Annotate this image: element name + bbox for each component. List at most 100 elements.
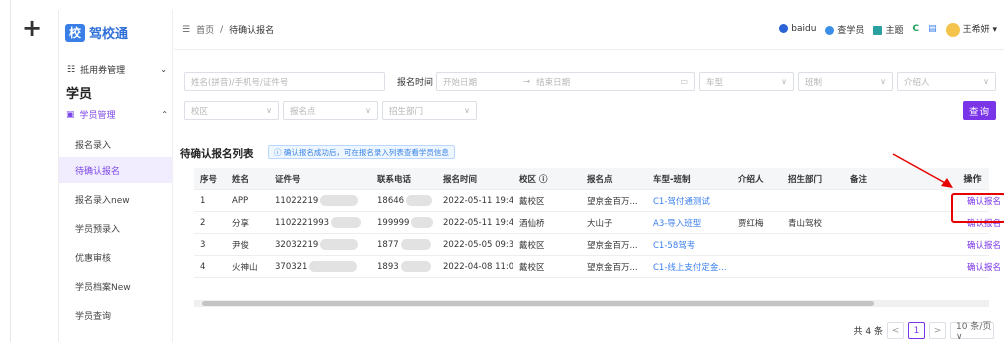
sidebar-item-student-archive[interactable]: 学员档案New — [59, 273, 172, 299]
breadcrumb-home[interactable]: 首页 — [196, 23, 214, 36]
query-button[interactable]: 查询 — [963, 101, 996, 120]
avatar — [945, 22, 960, 37]
referrer-select[interactable]: 介绍人 ∨ — [897, 72, 996, 91]
menu-toggle-icon[interactable]: ☰ — [182, 25, 190, 35]
cell-id: 1102221993 — [269, 217, 371, 228]
cell-id-text: 370321 — [275, 262, 308, 272]
campus-select[interactable]: 校区 ∨ — [184, 101, 279, 120]
breadcrumb: ☰ 首页 / 待确认报名 — [182, 23, 274, 37]
filter-form: 姓名(拼音)/手机号/证件号 报名时间 开始日期 → 结束日期 ▭ 车型 ∨ 班… — [174, 60, 1000, 132]
baidu-label: baidu — [791, 24, 817, 35]
cell-point: 大山子 — [587, 218, 613, 229]
cell-class-link[interactable]: C1-驾付通测试 — [647, 195, 732, 207]
search-student-link[interactable]: 查学员 — [825, 23, 864, 36]
col-header[interactable]: 校区 ⓘ — [513, 173, 581, 185]
cell-class-link[interactable]: A3-导入班型 — [647, 217, 732, 229]
cell-name: 分享 — [232, 218, 250, 229]
table-header-row: 序号 姓名 证件号 联系电话 报名时间 校区 ⓘ 报名点 车型-班制 介绍人 招… — [194, 168, 989, 190]
col-header: 报名时间 — [443, 174, 478, 185]
name-search-input[interactable]: 姓名(拼音)/手机号/证件号 — [184, 72, 385, 91]
menu-coupon-management[interactable]: ☷ 抵用券管理 ⌄ — [67, 63, 167, 77]
col-header: 序号 — [200, 174, 218, 185]
logo: 校 驾校通 — [65, 23, 128, 42]
baidu-link[interactable]: baidu — [779, 24, 816, 34]
message-icon[interactable]: ▤ — [928, 24, 937, 34]
cell-phone-text: 199999 — [377, 218, 410, 228]
chevron-down-icon: ⌄ — [160, 65, 167, 74]
info-tip: ⓘ 确认报名成功后，可在报名录入列表查看学员信息 — [268, 145, 455, 159]
sidebar-item-pending-signup[interactable]: 待确认报名 — [59, 157, 172, 183]
cell-campus: 酒仙桥 — [519, 218, 545, 229]
cell-phone: 1893 — [371, 261, 437, 272]
sidebar-item-discount-review[interactable]: 优惠审核 — [59, 244, 172, 270]
sidebar-item-signup-entry-new[interactable]: 报名录入new — [59, 186, 172, 212]
logo-mark: 校 — [65, 23, 85, 42]
col-header: 招生部门 — [788, 174, 823, 185]
col-header: 介绍人 — [738, 174, 764, 185]
cell-referrer: 贾红梅 — [738, 218, 764, 229]
chevron-down-icon: ∨ — [464, 106, 470, 115]
header-actions: baidu 查学员 主题 C ▤ 王希妍 ▾ — [779, 22, 997, 37]
theme-label: 主题 — [885, 25, 904, 36]
theme-icon — [873, 25, 883, 35]
menu-section-title: 学员 — [66, 87, 93, 102]
plus-icon[interactable]: + — [22, 16, 42, 40]
cell-class-link[interactable]: C1-58驾考 — [647, 239, 732, 251]
cell-id-text: 1102221993 — [275, 218, 330, 228]
redaction — [400, 239, 431, 250]
cell-time: 2022-05-05 09:35 — [443, 239, 513, 250]
total-count: 共 4 条 — [853, 327, 883, 337]
col-header: 证件号 — [275, 174, 301, 185]
calendar-icon: ▭ — [680, 77, 688, 86]
cell-campus: 戴校区 — [519, 196, 545, 207]
student-icon: ▣ — [66, 109, 75, 120]
col-header: 报名点 — [587, 174, 613, 185]
cell-id: 11022219 — [269, 195, 371, 206]
chevron-down-icon: ∨ — [266, 106, 272, 115]
signup-time-label: 报名时间 — [397, 78, 434, 88]
search-student-icon — [825, 25, 835, 35]
theme-link[interactable]: 主题 — [873, 23, 903, 36]
dept-select[interactable]: 招生部门 ∨ — [382, 101, 477, 120]
app-window: 校 驾校通 ☷ 抵用券管理 ⌄ 学员 ▣ 学员管理 ⌃ 报名录入 待确认报名 报… — [58, 10, 1004, 342]
redaction — [309, 261, 358, 272]
prev-page-button[interactable]: < — [887, 322, 904, 339]
confirm-signup-button[interactable]: 确认报名 — [967, 239, 1001, 251]
table-row: 4 火神山 370321 1893 2022-04-08 11:09 戴校区 望… — [194, 256, 1001, 278]
table-row: 1 APP 11022219 18646 2022-05-11 19:48 戴校… — [194, 190, 1001, 212]
menu-label: 学员管理 — [79, 111, 116, 121]
cell-no: 3 — [200, 239, 206, 250]
page-size-select[interactable]: 10 条/页 ∨ — [950, 322, 994, 342]
sidebar: 校 驾校通 ☷ 抵用券管理 ⌄ 学员 ▣ 学员管理 ⌃ 报名录入 待确认报名 报… — [59, 10, 173, 342]
cell-name: 尹俊 — [232, 240, 250, 251]
user-menu[interactable]: 王希妍 ▾ — [945, 22, 997, 37]
horizontal-scrollbar[interactable] — [194, 300, 989, 307]
menu-student-management[interactable]: ▣ 学员管理 ⌃ — [66, 108, 168, 122]
car-type-select[interactable]: 车型 ∨ — [699, 72, 794, 91]
cell-phone-text: 18646 — [377, 196, 405, 206]
pending-signup-table: 序号 姓名 证件号 联系电话 报名时间 校区 ⓘ 报名点 车型-班制 介绍人 招… — [194, 168, 1001, 278]
sidebar-item-pre-entry[interactable]: 学员预录入 — [59, 215, 172, 241]
cell-class-link[interactable]: C1-线上支付定金... — [647, 261, 732, 273]
cell-dept: 青山驾校 — [788, 218, 823, 229]
class-select[interactable]: 班制 ∨ — [798, 72, 893, 91]
class-placeholder: 班制 — [805, 77, 823, 88]
cell-point: 望京金百万... — [587, 196, 638, 207]
col-header: 联系电话 — [377, 174, 412, 185]
cell-no: 1 — [200, 195, 206, 206]
refresh-icon[interactable]: C — [912, 24, 919, 34]
cell-phone-text: 1893 — [377, 262, 399, 272]
table-row: 2 分享 1102221993 199999 2022-05-11 19:41 … — [194, 212, 1001, 234]
sidebar-item-signup-entry[interactable]: 报名录入 — [59, 131, 172, 157]
car-type-placeholder: 车型 — [706, 77, 724, 88]
confirm-signup-button[interactable]: 确认报名 — [967, 261, 1001, 273]
page-1-button[interactable]: 1 — [908, 322, 925, 339]
next-page-button[interactable]: > — [929, 322, 946, 339]
sidebar-item-student-query[interactable]: 学员查询 — [59, 302, 172, 328]
col-header: 备注 — [850, 174, 868, 185]
scrollbar-thumb[interactable] — [202, 301, 874, 306]
chevron-down-icon: ∨ — [365, 106, 371, 115]
cell-actions: 确认报名 删除 — [961, 261, 1004, 273]
date-range-picker[interactable]: 开始日期 → 结束日期 ▭ — [436, 72, 695, 91]
signup-point-select[interactable]: 报名点 ∨ — [283, 101, 378, 120]
